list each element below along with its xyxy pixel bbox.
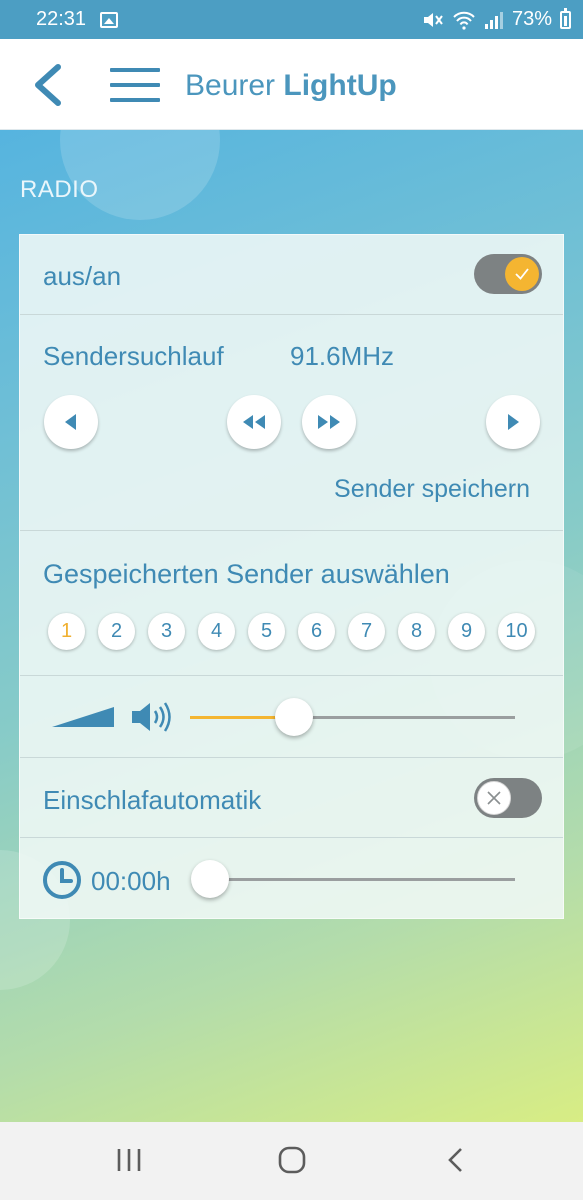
preset-button-3[interactable]: 3 bbox=[148, 613, 185, 650]
volume-row bbox=[20, 676, 563, 758]
status-icons: 73% bbox=[422, 7, 571, 31]
volume-level-icon bbox=[52, 707, 114, 727]
preset-button-10[interactable]: 10 bbox=[498, 613, 535, 650]
app-title-bold: LightUp bbox=[283, 69, 397, 102]
battery-percent: 73% bbox=[511, 8, 552, 30]
preset-button-4[interactable]: 4 bbox=[198, 613, 235, 650]
sleep-timer-label: Einschlafautomatik bbox=[43, 785, 262, 815]
preset-button-1[interactable]: 1 bbox=[48, 613, 85, 650]
play-left-icon bbox=[65, 414, 76, 430]
checkmark-icon bbox=[515, 268, 529, 280]
step-back-button[interactable] bbox=[44, 395, 98, 449]
cross-icon bbox=[487, 791, 501, 805]
hamburger-menu-icon[interactable] bbox=[110, 68, 160, 102]
step-forward-button[interactable] bbox=[486, 395, 540, 449]
home-icon[interactable] bbox=[278, 1146, 306, 1174]
volume-slider[interactable] bbox=[190, 698, 515, 736]
timer-row: 00:00h bbox=[20, 838, 563, 920]
presets-label: Gespeicherten Sender auswählen bbox=[43, 559, 450, 589]
toggle-knob bbox=[505, 257, 539, 291]
seek-forward-button[interactable] bbox=[302, 395, 356, 449]
power-label: aus/an bbox=[43, 261, 122, 291]
speaker-icon bbox=[132, 702, 171, 732]
section-title-radio: RADIO bbox=[20, 176, 99, 203]
system-nav-bar bbox=[0, 1122, 583, 1200]
seek-back-button[interactable] bbox=[227, 395, 281, 449]
mute-icon bbox=[423, 12, 443, 27]
signal-icon bbox=[484, 11, 503, 29]
wifi-icon bbox=[453, 11, 475, 30]
radio-settings-card: aus/an Sendersuchlauf 91.6MHz Sender spe… bbox=[19, 234, 564, 919]
back-nav-icon[interactable] bbox=[442, 1146, 470, 1174]
recent-apps-icon[interactable] bbox=[115, 1146, 143, 1174]
timer-slider[interactable] bbox=[191, 860, 515, 898]
battery-icon bbox=[560, 7, 571, 29]
clock-icon bbox=[43, 861, 81, 899]
app-title: Beurer LightUp bbox=[185, 69, 397, 103]
sleep-timer-row: Einschlafautomatik bbox=[20, 758, 563, 838]
frequency-display: 91.6MHz bbox=[290, 341, 395, 371]
save-station-button[interactable]: Sender speichern bbox=[334, 475, 530, 504]
preset-button-5[interactable]: 5 bbox=[248, 613, 285, 650]
timer-slider-thumb[interactable] bbox=[191, 860, 229, 898]
status-time: 22:31 bbox=[36, 8, 87, 30]
tuner-row: Sendersuchlauf 91.6MHz Sender speichern bbox=[20, 315, 563, 531]
fast-forward-icon bbox=[318, 415, 340, 429]
presets-row: Gespeicherten Sender auswählen 123456789… bbox=[20, 531, 563, 676]
preset-button-2[interactable]: 2 bbox=[98, 613, 135, 650]
preset-button-7[interactable]: 7 bbox=[348, 613, 385, 650]
gallery-notification-icon bbox=[100, 11, 119, 28]
rewind-icon bbox=[243, 415, 265, 429]
back-arrow-icon[interactable] bbox=[30, 63, 64, 107]
preset-button-8[interactable]: 8 bbox=[398, 613, 435, 650]
power-row: aus/an bbox=[20, 235, 563, 315]
tuner-label: Sendersuchlauf bbox=[43, 341, 224, 371]
preset-list: 1 2 3 4 5 6 7 8 9 10 bbox=[48, 613, 538, 651]
app-bar: Beurer LightUp bbox=[0, 39, 583, 130]
preset-button-9[interactable]: 9 bbox=[448, 613, 485, 650]
sleep-timer-toggle[interactable] bbox=[474, 778, 542, 818]
power-toggle[interactable] bbox=[474, 254, 542, 294]
toggle-knob bbox=[477, 781, 511, 815]
timer-value: 00:00h bbox=[91, 866, 171, 896]
volume-slider-thumb[interactable] bbox=[275, 698, 313, 736]
play-right-icon bbox=[508, 414, 519, 430]
content-background: RADIO aus/an Sendersuchlauf 91.6MHz Send… bbox=[0, 130, 583, 1122]
app-title-prefix: Beurer bbox=[185, 69, 284, 102]
status-bar: 22:31 73% bbox=[0, 0, 583, 39]
preset-button-6[interactable]: 6 bbox=[298, 613, 335, 650]
